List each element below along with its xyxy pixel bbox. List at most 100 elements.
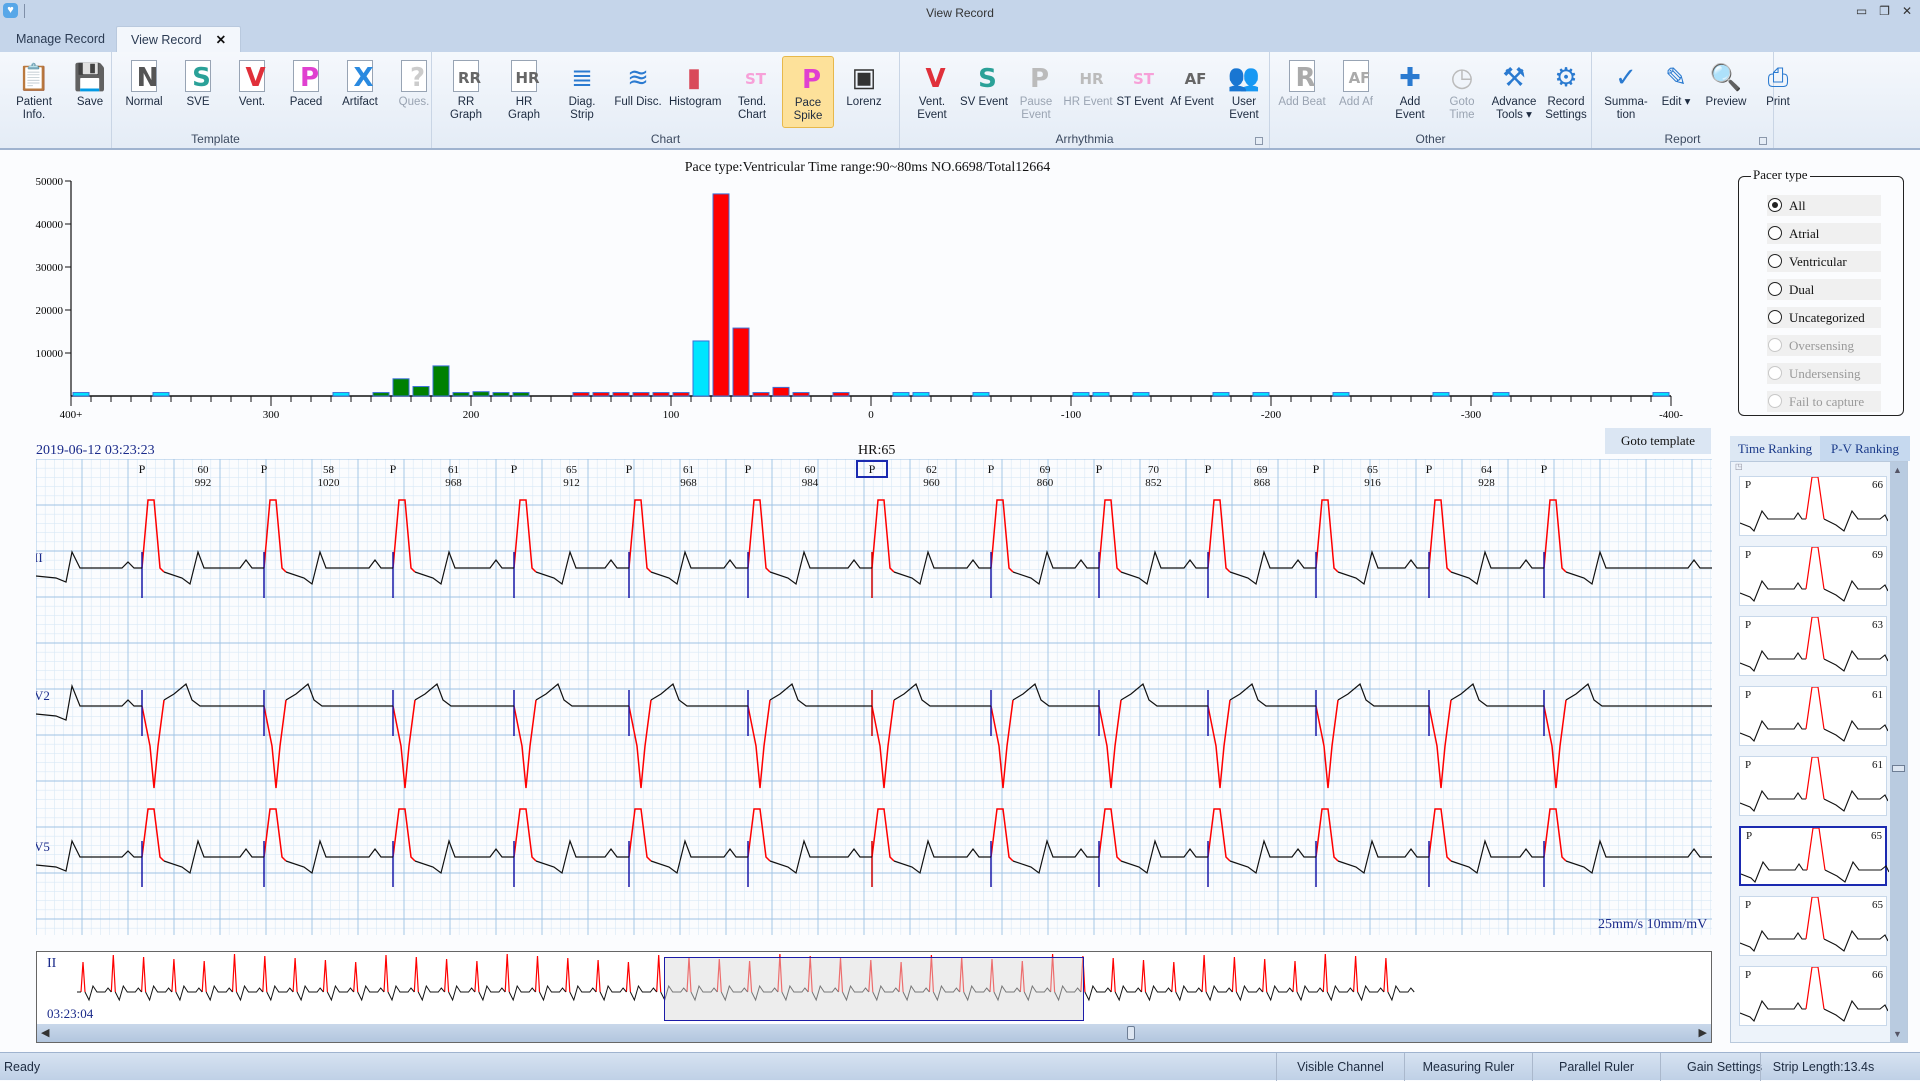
pacer-radio-ventricular[interactable]: Ventricular [1767, 251, 1881, 272]
histogram-bar[interactable] [892, 392, 910, 397]
histogram-bar[interactable] [332, 392, 350, 397]
goto-template-button[interactable]: Goto template [1605, 428, 1711, 454]
histogram-bar[interactable] [592, 392, 610, 397]
ranking-card[interactable]: P 63 [1739, 616, 1888, 676]
histogram-bar[interactable] [572, 392, 590, 397]
hr-event-button[interactable]: HR HR Event [1062, 56, 1114, 128]
histogram-bar[interactable] [452, 392, 470, 397]
scroll-thumb[interactable] [1127, 1026, 1135, 1040]
scroll-up-icon[interactable]: ▲ [1893, 465, 1902, 475]
ranking-card[interactable]: P 69 [1739, 546, 1888, 606]
scroll-right-icon[interactable]: ▶ [1699, 1026, 1707, 1039]
ranking-card[interactable]: P 61 [1739, 686, 1888, 746]
measuring-ruler-button[interactable]: Measuring Ruler [1404, 1053, 1532, 1081]
beat-type-label[interactable]: P [869, 462, 876, 476]
diag-strip-button[interactable]: ≣ Diag. Strip [556, 56, 608, 128]
normal-button[interactable]: N Normal [118, 56, 170, 128]
radio-button-icon[interactable] [1768, 226, 1782, 240]
close-icon[interactable]: ✕ [1902, 4, 1912, 18]
histogram-bar[interactable] [612, 392, 630, 397]
beat-annotation[interactable]: P [511, 462, 518, 476]
tab-manage-record[interactable]: Manage Record [2, 26, 119, 52]
ecg-waveform-view[interactable]: P 60992P 581020P 61968P 65912P 61968P 60984P 62… [36, 459, 1712, 935]
edit-button[interactable]: ✎ Edit ▾ [1650, 56, 1702, 128]
beat-type-label[interactable]: P [1313, 462, 1320, 476]
histogram-bar[interactable] [692, 340, 710, 397]
beat-annotation[interactable]: P [261, 462, 268, 476]
beat-type-label[interactable]: P [511, 462, 518, 476]
beat-annotation[interactable]: P [626, 462, 633, 476]
close-tab-icon[interactable]: ✕ [216, 33, 226, 47]
beat-type-label[interactable]: P [1205, 462, 1212, 476]
user-event-button[interactable]: 👥 User Event [1218, 56, 1270, 128]
radio-button-icon[interactable] [1768, 338, 1782, 352]
scroll-down-icon[interactable]: ▼ [1893, 1029, 1902, 1039]
histogram-bar[interactable] [732, 327, 750, 397]
histogram-bar[interactable] [1252, 392, 1270, 397]
beat-type-label[interactable]: P [390, 462, 397, 476]
histogram-bar[interactable] [652, 392, 670, 397]
histogram-bar[interactable] [712, 193, 730, 397]
radio-button-icon[interactable] [1768, 394, 1782, 408]
add-event-button[interactable]: ✚ Add Event [1384, 56, 1436, 128]
histogram-bar[interactable] [1432, 392, 1450, 397]
pause-event-button[interactable]: P Pause Event [1010, 56, 1062, 128]
paced-button[interactable]: P Paced [280, 56, 332, 128]
beat-annotation[interactable]: P [988, 462, 995, 476]
artifact-button[interactable]: X Artifact [334, 56, 386, 128]
vent-event-button[interactable]: V Vent. Event [906, 56, 958, 128]
histogram-bar[interactable] [72, 392, 90, 397]
histogram-bar[interactable] [472, 391, 490, 397]
ranking-card[interactable]: P 66 [1739, 476, 1888, 536]
beat-annotation[interactable]: P [1426, 462, 1433, 476]
beat-annotation[interactable]: P [1205, 462, 1212, 476]
preview-button[interactable]: 🔍 Preview [1700, 56, 1752, 128]
beat-annotation[interactable]: P [1096, 462, 1103, 476]
radio-button-icon[interactable] [1768, 282, 1782, 296]
dialog-launcher-icon[interactable] [1759, 137, 1767, 145]
pace-spike-button[interactable]: P Pace Spike [782, 56, 834, 128]
hr-graph-button[interactable]: HR HR Graph [498, 56, 550, 128]
overview-strip[interactable]: II 03:23:04 ◀ ▶ [36, 951, 1712, 1043]
beat-type-label[interactable]: P [139, 462, 146, 476]
beat-type-label[interactable]: P [1541, 462, 1548, 476]
beat-annotation[interactable]: P [1313, 462, 1320, 476]
beat-annotation[interactable]: P [745, 462, 752, 476]
radio-button-icon[interactable] [1768, 254, 1782, 268]
histogram-bar[interactable] [972, 392, 990, 397]
strip-selection-window[interactable] [664, 957, 1084, 1021]
summa-tion-button[interactable]: ✓ Summa- tion [1600, 56, 1652, 128]
histogram-bar[interactable] [1092, 392, 1110, 397]
tab-view-record[interactable]: View Record ✕ [116, 26, 242, 52]
radio-button-icon[interactable] [1768, 366, 1782, 380]
histogram-bar[interactable] [752, 392, 770, 397]
restore-icon[interactable]: ❐ [1879, 4, 1890, 18]
ranking-card[interactable]: P 65 [1739, 826, 1889, 886]
beat-type-label[interactable]: P [1096, 462, 1103, 476]
st-event-button[interactable]: ST ST Event [1114, 56, 1166, 128]
histogram-bar[interactable] [1072, 392, 1090, 397]
vent-button[interactable]: V Vent. [226, 56, 278, 128]
advance-tools-button[interactable]: ⚒ Advance Tools ▾ [1488, 56, 1540, 128]
ranking-scrollbar[interactable]: ▲ ▼ [1890, 462, 1907, 1042]
print-button[interactable]: ⎙ Print [1752, 56, 1804, 128]
add-beat-button[interactable]: R Add Beat [1276, 56, 1328, 128]
histogram-bar[interactable] [792, 392, 810, 397]
ques-button[interactable]: ? Ques. [388, 56, 440, 128]
histogram-bar[interactable] [832, 392, 850, 397]
tend-chart-button[interactable]: ST Tend. Chart [726, 56, 778, 128]
beat-type-label[interactable]: P [1426, 462, 1433, 476]
histogram-bar[interactable] [412, 386, 430, 397]
ranking-card[interactable]: P 61 [1739, 756, 1888, 816]
histogram-bar[interactable] [632, 392, 650, 397]
histogram-bar[interactable] [492, 392, 510, 397]
pacer-radio-all[interactable]: All [1767, 195, 1881, 216]
minimize-icon[interactable]: ▭ [1856, 4, 1867, 18]
histogram-bar[interactable] [152, 392, 170, 397]
histogram-bar[interactable] [1212, 392, 1230, 397]
tab-time-ranking[interactable]: Time Ranking [1730, 436, 1820, 461]
beat-type-label[interactable]: P [626, 462, 633, 476]
radio-button-icon[interactable] [1768, 198, 1782, 212]
beat-type-label[interactable]: P [261, 462, 268, 476]
add-af-button[interactable]: AF Add Af [1330, 56, 1382, 128]
